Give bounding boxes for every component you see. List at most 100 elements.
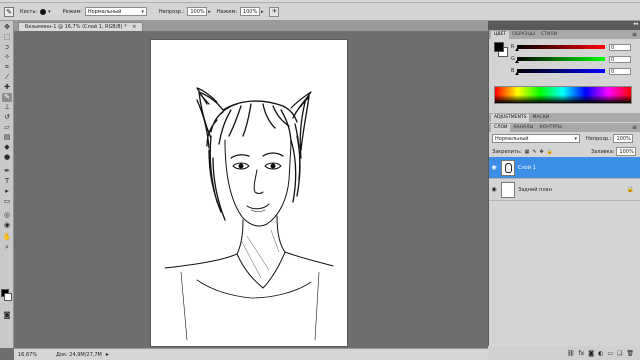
path-select-tool-icon[interactable]: ▸ bbox=[2, 187, 12, 196]
lock-label: Закрепить: bbox=[492, 148, 522, 155]
lock-transparency-icon[interactable]: ▦ bbox=[525, 149, 530, 155]
toolbox: ✥ ⬚ ↄ ✧ ⌗ ⁄ ✚ ✎ ⊥ ↺ ▱ ▤ ◆ ● ✒ T ▸ ▭ ◎ ◉ … bbox=[0, 21, 14, 348]
eraser-tool-icon[interactable]: ▱ bbox=[2, 123, 12, 132]
collapse-panels-icon[interactable]: ◂◂ bbox=[633, 21, 638, 27]
panel-menu-icon[interactable]: ≡ bbox=[632, 31, 637, 39]
layer-opacity-field[interactable]: 100% bbox=[613, 134, 634, 143]
flow-field[interactable]: 100% bbox=[239, 7, 260, 16]
layers-panel-tabs: СЛОИ КАНАЛЫ КОНТУРЫ ≡ bbox=[489, 123, 640, 132]
dodge-tool-icon[interactable]: ● bbox=[2, 153, 12, 162]
green-value[interactable]: 0 bbox=[609, 55, 631, 63]
pen-tool-icon[interactable]: ✒ bbox=[2, 167, 12, 176]
lock-all-icon[interactable]: 🔒 bbox=[547, 149, 553, 155]
color-panel: ЦВЕТ ОБРАЗЦЫ СТИЛИ ≡ R 0 G 0 B 0 bbox=[489, 30, 640, 113]
blur-tool-icon[interactable]: ◆ bbox=[2, 143, 12, 152]
blue-marker[interactable] bbox=[515, 72, 519, 75]
gradient-tool-icon[interactable]: ▤ bbox=[2, 133, 12, 142]
tab-channels[interactable]: КАНАЛЫ bbox=[510, 124, 536, 132]
chevron-down-icon[interactable]: ▾ bbox=[48, 9, 51, 15]
brush-label: Кисть: bbox=[20, 8, 38, 15]
tab-layers[interactable]: СЛОИ bbox=[491, 124, 511, 132]
quick-select-tool-icon[interactable]: ✧ bbox=[2, 53, 12, 62]
type-tool-icon[interactable]: T bbox=[2, 177, 12, 186]
lasso-tool-icon[interactable]: ↄ bbox=[2, 43, 12, 52]
history-brush-tool-icon[interactable]: ↺ bbox=[2, 113, 12, 122]
blue-track[interactable] bbox=[515, 69, 605, 75]
opacity-chevron-icon[interactable]: ▸ bbox=[208, 9, 211, 15]
layer-style-icon[interactable]: fx bbox=[579, 350, 585, 357]
blend-mode-select[interactable]: Нормальный bbox=[492, 134, 580, 143]
brush-tool-preset[interactable]: ✎ bbox=[4, 6, 14, 17]
tab-swatches[interactable]: ОБРАЗЦЫ bbox=[509, 31, 538, 39]
eyedropper-tool-icon[interactable]: ⁄ bbox=[2, 73, 12, 82]
opacity-label: Непрозр.: bbox=[158, 8, 185, 15]
tab-color[interactable]: ЦВЕТ bbox=[491, 31, 510, 39]
tab-adjustments[interactable]: ADJUSTMENTS bbox=[491, 114, 530, 122]
marquee-tool-icon[interactable]: ⬚ bbox=[2, 33, 12, 42]
layer-name[interactable]: Задний план bbox=[518, 187, 552, 193]
fill-field[interactable]: 100% bbox=[616, 147, 637, 156]
adjustment-layer-icon[interactable]: ◐ bbox=[598, 350, 603, 357]
blue-slider[interactable]: B 0 bbox=[511, 67, 633, 75]
flow-label: Нажим: bbox=[216, 8, 237, 15]
red-track[interactable] bbox=[515, 45, 605, 51]
zoom-level[interactable]: 16,67% bbox=[18, 352, 38, 358]
hand-tool-icon[interactable]: ✋ bbox=[2, 233, 12, 242]
mode-select[interactable]: Нормальный bbox=[84, 7, 147, 16]
flow-chevron-icon[interactable]: ▸ bbox=[261, 9, 264, 15]
trash-icon[interactable]: 🗑 bbox=[626, 350, 634, 357]
zoom-tool-icon[interactable]: ⌕ bbox=[2, 243, 12, 252]
brush-preview[interactable] bbox=[40, 8, 47, 15]
lock-icon: 🔒 bbox=[626, 186, 634, 193]
layer-row[interactable]: ◉ Задний план 🔒 bbox=[489, 179, 640, 201]
3d-rotate-tool-icon[interactable]: ◎ bbox=[2, 211, 12, 220]
eye-icon[interactable]: ◉ bbox=[489, 164, 499, 171]
canvas-workspace bbox=[14, 31, 488, 348]
red-marker[interactable] bbox=[515, 48, 519, 51]
green-marker[interactable] bbox=[515, 60, 519, 63]
red-slider[interactable]: R 0 bbox=[511, 43, 633, 51]
eye-icon[interactable]: ◉ bbox=[489, 186, 499, 193]
layers-menu-icon[interactable]: ≡ bbox=[632, 124, 637, 132]
background-color-swatch[interactable] bbox=[4, 293, 12, 301]
3d-camera-tool-icon[interactable]: ◉ bbox=[2, 221, 12, 230]
red-value[interactable]: 0 bbox=[609, 43, 631, 51]
link-layers-icon[interactable]: ⛓ bbox=[567, 350, 575, 357]
new-layer-icon[interactable]: ❏ bbox=[617, 350, 622, 357]
brush-tool-icon[interactable]: ✎ bbox=[2, 93, 12, 102]
right-panel-dock: ◂◂ ЦВЕТ ОБРАЗЦЫ СТИЛИ ≡ R 0 G 0 B 0 ADJU… bbox=[488, 21, 640, 360]
opacity-field[interactable]: 100% bbox=[187, 7, 208, 16]
layer-opacity-label: Непрозр.: bbox=[586, 135, 612, 142]
layer-name[interactable]: Слой 1 bbox=[518, 165, 536, 171]
layer-row[interactable]: ◉ Слой 1 bbox=[489, 157, 640, 179]
green-slider[interactable]: G 0 bbox=[511, 55, 633, 63]
green-track[interactable] bbox=[515, 57, 605, 63]
move-tool-icon[interactable]: ✥ bbox=[2, 23, 12, 32]
tab-styles[interactable]: СТИЛИ bbox=[538, 31, 560, 39]
lock-pixels-icon[interactable]: ✎ bbox=[532, 149, 536, 155]
blue-value[interactable]: 0 bbox=[609, 67, 631, 75]
clone-stamp-tool-icon[interactable]: ⊥ bbox=[2, 103, 12, 112]
shape-tool-icon[interactable]: ▭ bbox=[2, 197, 12, 206]
tab-masks[interactable]: МАСКИ bbox=[529, 114, 552, 122]
document-canvas[interactable] bbox=[151, 40, 347, 346]
color-panel-foreground-swatch[interactable] bbox=[494, 42, 504, 52]
fill-label: Заливка: bbox=[590, 148, 615, 155]
quick-mask-icon[interactable]: ◙ bbox=[2, 311, 12, 320]
doc-info[interactable]: Док: 24,9М/27,7М bbox=[56, 352, 102, 358]
color-spectrum[interactable] bbox=[494, 86, 632, 104]
healing-tool-icon[interactable]: ✚ bbox=[2, 83, 12, 92]
lock-position-icon[interactable]: ✥ bbox=[540, 149, 544, 155]
crop-tool-icon[interactable]: ⌗ bbox=[2, 63, 12, 72]
tab-paths[interactable]: КОНТУРЫ bbox=[537, 124, 565, 132]
status-menu-icon[interactable]: ▸ bbox=[106, 351, 109, 358]
document-tab[interactable]: Безымянн-1 @ 16,7% (Слой 1, RGB/8) * × bbox=[18, 22, 144, 31]
options-bar: ✎ Кисть: ▾ Режим: Нормальный Непрозр.: 1… bbox=[0, 3, 640, 21]
group-icon[interactable]: ▭ bbox=[607, 350, 613, 357]
mode-label: Режим: bbox=[62, 8, 82, 15]
layer-mask-icon[interactable]: ◙ bbox=[588, 350, 594, 357]
document-tab-title: Безымянн-1 @ 16,7% (Слой 1, RGB/8) * bbox=[25, 24, 127, 30]
layer-thumbnail bbox=[501, 181, 515, 198]
close-icon[interactable]: × bbox=[132, 24, 136, 30]
airbrush-icon[interactable]: ✈ bbox=[269, 6, 280, 17]
